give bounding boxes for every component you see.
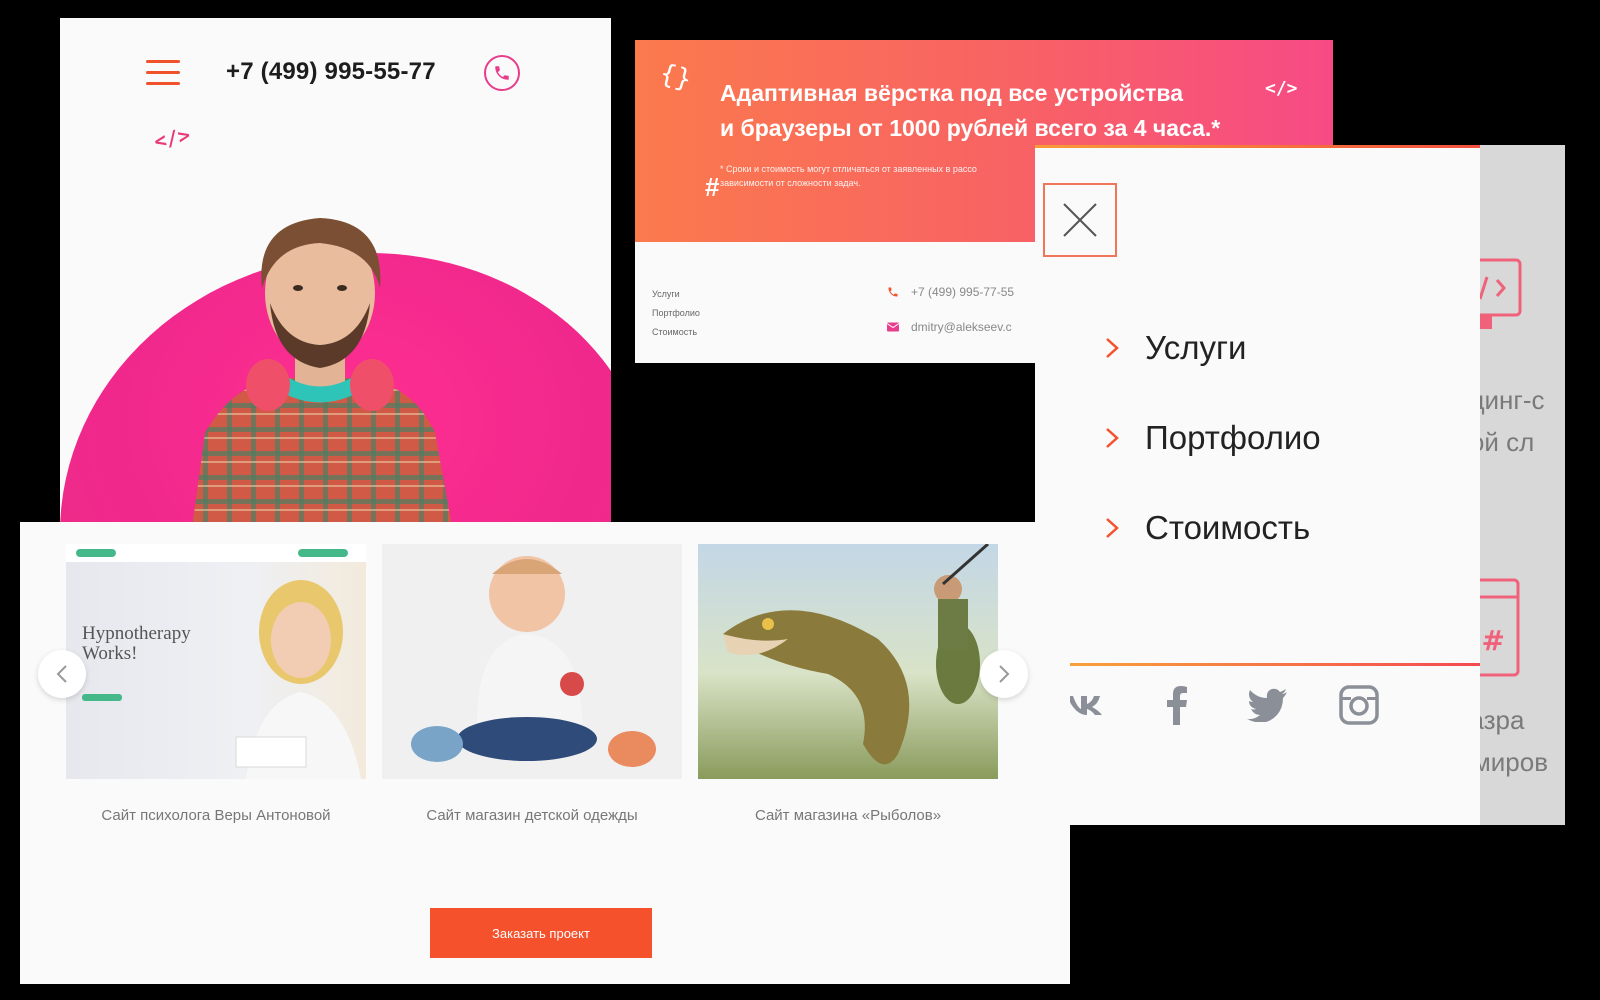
order-project-button[interactable]: Заказать проект bbox=[430, 908, 652, 958]
portfolio-caption: Сайт магазина «Рыболов» bbox=[754, 807, 942, 824]
portfolio-thumb-fishing-store[interactable] bbox=[698, 544, 998, 779]
menu-top-accent bbox=[1035, 145, 1480, 148]
menu-item-label: Портфолио bbox=[1145, 419, 1321, 456]
code-brackets-icon: </> bbox=[1265, 78, 1298, 99]
promo-contact-phone-row: +7 (499) 995-77-55 bbox=[887, 285, 1014, 299]
baby-photo-image bbox=[411, 556, 656, 767]
chevron-right-icon bbox=[1106, 518, 1119, 538]
chevron-left-icon bbox=[56, 665, 67, 683]
promo-contact-email[interactable]: dmitry@alekseev.c bbox=[911, 320, 1012, 334]
promo-contact-phone[interactable]: +7 (499) 995-77-55 bbox=[911, 285, 1014, 299]
chevron-right-icon bbox=[1106, 428, 1119, 448]
menu-divider bbox=[1070, 663, 1480, 666]
close-button[interactable] bbox=[1043, 183, 1117, 257]
promo-nav-pricing[interactable]: Стоимость bbox=[652, 323, 700, 342]
promo-footer-nav: Услуги Портфолио Стоимость bbox=[652, 285, 700, 342]
chevron-right-icon bbox=[1106, 338, 1119, 358]
mobile-menu-card: ндинг-с бой сл C# разра ммиров Услуги По… bbox=[1035, 145, 1565, 825]
instagram-icon[interactable] bbox=[1337, 683, 1381, 727]
mobile-hero-card: +7 (499) 995-55-77 </> bbox=[60, 18, 611, 538]
code-brackets-icon: </> bbox=[151, 122, 193, 154]
thumb-title: Hypnotherapy Works! bbox=[82, 623, 191, 664]
close-icon bbox=[1063, 203, 1097, 237]
carousel-next-button[interactable] bbox=[980, 650, 1028, 698]
menu-item-label: Услуги bbox=[1145, 329, 1247, 366]
promo-title: Адаптивная вёрстка под все устройства и … bbox=[720, 80, 1221, 141]
woman-portrait-image bbox=[235, 580, 361, 779]
menu-item-pricing[interactable]: Стоимость bbox=[1105, 509, 1310, 547]
chevron-right-icon bbox=[999, 665, 1010, 683]
twitter-icon[interactable] bbox=[1245, 683, 1289, 727]
developer-portrait-image bbox=[190, 218, 455, 538]
portfolio-thumb-kids-store[interactable] bbox=[382, 544, 682, 779]
menu-item-services[interactable]: Услуги bbox=[1105, 329, 1246, 367]
menu-item-portfolio[interactable]: Портфолио bbox=[1105, 419, 1321, 457]
phone-call-icon[interactable] bbox=[484, 55, 520, 91]
portfolio-card: Hypnotherapy Works! Сайт психолога Веры … bbox=[20, 522, 1070, 984]
carousel-prev-button[interactable] bbox=[38, 650, 86, 698]
pike-fish-image bbox=[723, 544, 989, 765]
promo-nav-services[interactable]: Услуги bbox=[652, 285, 700, 304]
portfolio-caption: Сайт магазин детской одежды bbox=[426, 807, 638, 824]
header-phone[interactable]: +7 (499) 995-55-77 bbox=[226, 58, 436, 86]
promo-nav-portfolio[interactable]: Портфолио bbox=[652, 304, 700, 323]
facebook-icon[interactable] bbox=[1155, 683, 1199, 727]
menu-item-label: Стоимость bbox=[1145, 509, 1311, 546]
portfolio-thumb-psychologist[interactable]: Hypnotherapy Works! bbox=[66, 544, 366, 779]
hash-icon: # bbox=[705, 172, 720, 202]
promo-contact-email-row: dmitry@alekseev.c bbox=[887, 320, 1012, 334]
hamburger-menu-icon[interactable] bbox=[146, 60, 180, 86]
email-icon bbox=[887, 322, 899, 332]
phone-icon bbox=[888, 287, 898, 297]
portfolio-caption: Сайт психолога Веры Антоновой bbox=[101, 807, 331, 824]
